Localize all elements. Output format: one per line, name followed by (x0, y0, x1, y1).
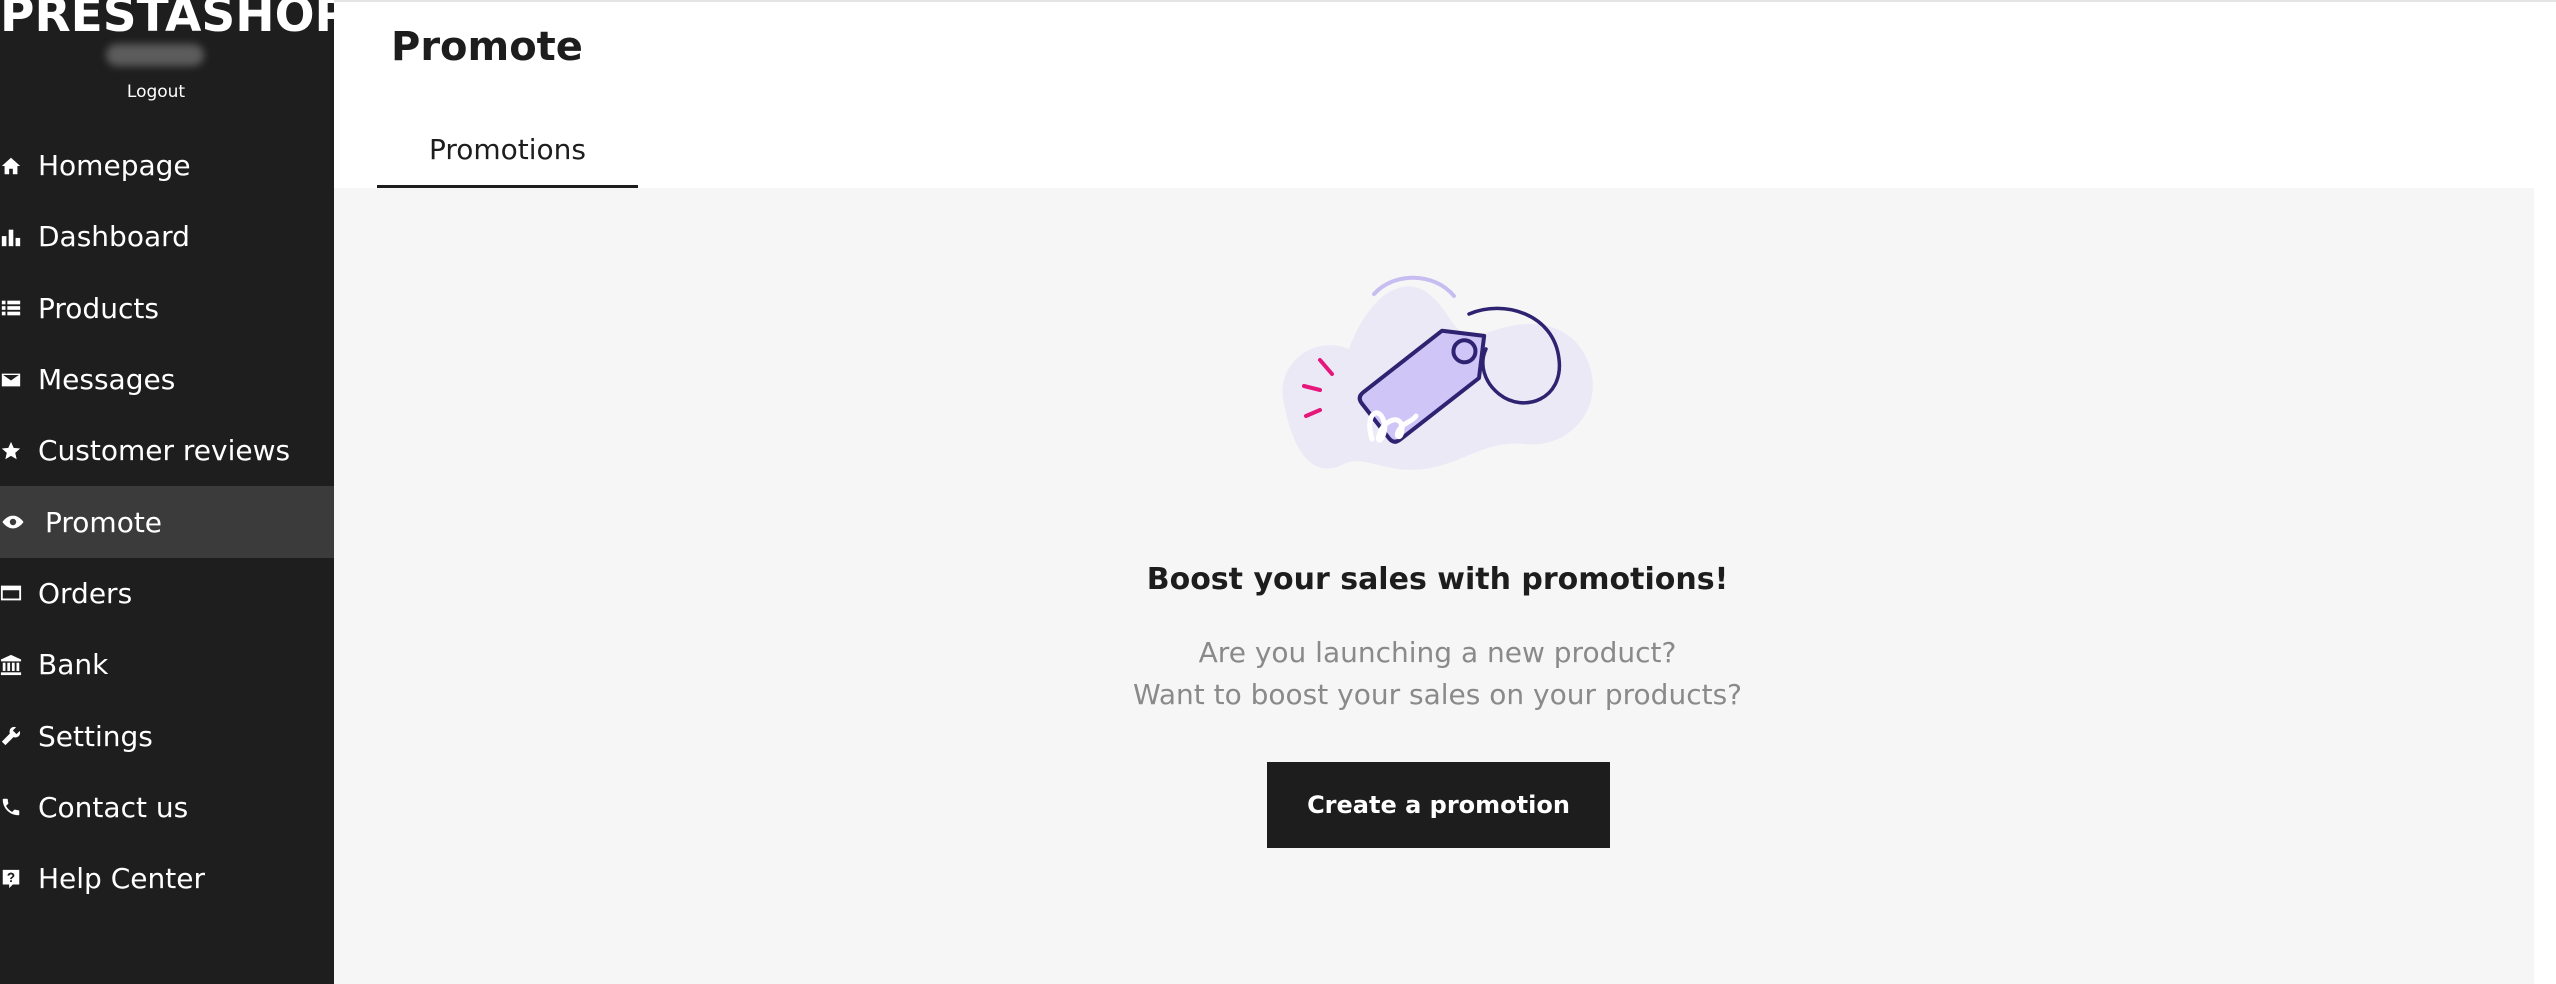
bar-chart-icon (0, 226, 22, 248)
sidebar-item-label: Homepage (38, 149, 191, 183)
sidebar-item-label: Promote (45, 505, 163, 539)
home-icon (0, 155, 22, 177)
tab-promotions[interactable]: Promotions (377, 112, 638, 188)
sidebar-item-label: Dashboard (38, 220, 190, 254)
sidebar-item-label: Help Center (38, 862, 205, 896)
sidebar-item-homepage[interactable]: Homepage (0, 130, 334, 201)
list-icon (0, 297, 22, 319)
sidebar-item-label: Orders (38, 576, 133, 610)
wrench-icon (0, 725, 22, 747)
page-title: Promote (391, 24, 583, 70)
sidebar-item-help-center[interactable]: Help Center (0, 843, 334, 914)
user-name-blurred (106, 44, 204, 66)
sidebar-item-settings[interactable]: Settings (0, 700, 334, 771)
sidebar-item-label: Messages (38, 363, 176, 397)
sidebar-item-dashboard[interactable]: Dashboard (0, 201, 334, 272)
price-tag-illustration (1282, 275, 1593, 470)
create-promotion-button[interactable]: Create a promotion (1267, 762, 1610, 848)
app-window: PRESTASHOP Logout Homepage Dashboard Pro… (0, 0, 2556, 984)
sidebar-item-label: Settings (38, 719, 153, 753)
sidebar-item-label: Contact us (38, 790, 189, 824)
sidebar-item-customer-reviews[interactable]: Customer reviews (0, 415, 334, 486)
sidebar-item-label: Bank (38, 648, 109, 682)
sidebar-item-contact-us[interactable]: Contact us (0, 772, 334, 843)
empty-state-heading: Boost your sales with promotions! (1146, 562, 1729, 597)
sidebar-item-bank[interactable]: Bank (0, 629, 334, 700)
eye-icon (0, 511, 26, 533)
envelope-icon (0, 369, 22, 391)
credit-card-icon (0, 582, 22, 604)
star-icon (0, 440, 22, 462)
bank-icon (0, 654, 22, 676)
main-panel: Promote Promotions Boost your sales with… (334, 0, 2556, 984)
tab-bar: Promotions (377, 112, 638, 188)
empty-state-panel: Boost your sales with promotions! Are yo… (334, 188, 2534, 984)
empty-state-text: Are you launching a new product? (1198, 636, 1677, 669)
sidebar-item-products[interactable]: Products (0, 273, 334, 344)
sidebar-item-label: Customer reviews (38, 434, 291, 468)
sidebar-item-messages[interactable]: Messages (0, 344, 334, 415)
sidebar: PRESTASHOP Logout Homepage Dashboard Pro… (0, 0, 349, 984)
brand-logo[interactable]: PRESTASHOP (0, 0, 349, 43)
sidebar-item-promote[interactable]: Promote (0, 486, 334, 558)
help-icon (0, 868, 22, 890)
phone-icon (0, 796, 22, 818)
sidebar-nav: Homepage Dashboard Products Messages Cus… (0, 130, 334, 914)
logout-link[interactable]: Logout (0, 82, 312, 102)
empty-state-text: Want to boost your sales on your product… (1132, 678, 1743, 711)
sidebar-item-orders[interactable]: Orders (0, 558, 334, 629)
sidebar-item-label: Products (38, 291, 159, 325)
